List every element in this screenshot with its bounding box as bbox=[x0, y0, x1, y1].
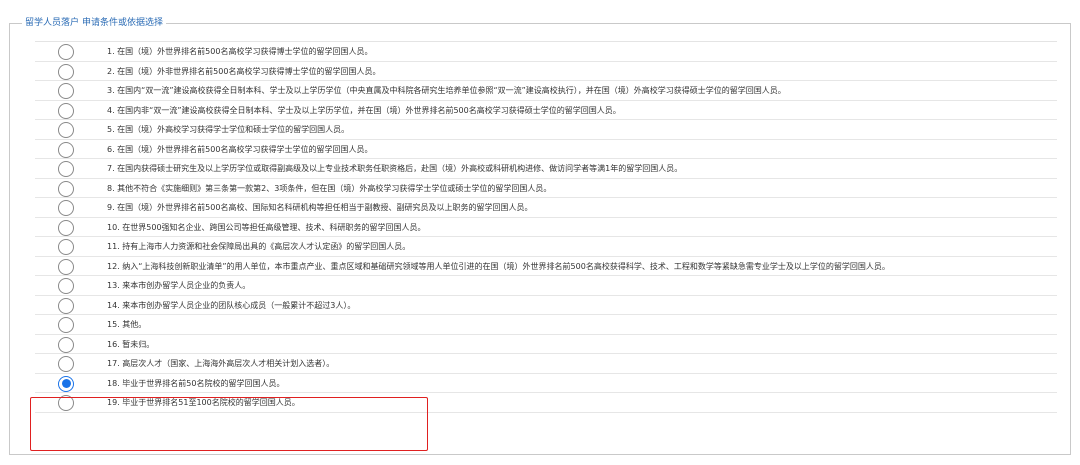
option-label[interactable]: 19. 毕业于世界排名51至100名院校的留学回国人员。 bbox=[107, 393, 300, 413]
option-row[interactable]: 7. 在国内获得硕士研究生及以上学历学位或取得副高级及以上专业技术职务任职资格后… bbox=[35, 159, 1057, 179]
option-row[interactable]: 8. 其他不符合《实施细则》第三条第一款第2、3项条件，但在国（境）外高校学习获… bbox=[35, 179, 1057, 199]
option-row[interactable]: 13. 来本市创办留学人员企业的负责人。 bbox=[35, 276, 1057, 296]
radio-button[interactable] bbox=[58, 141, 74, 158]
option-row[interactable]: 14. 来本市创办留学人员企业的团队核心成员（一般累计不超过3人）。 bbox=[35, 296, 1057, 316]
radio-button[interactable] bbox=[58, 278, 74, 294]
option-row[interactable]: 6. 在国（境）外世界排名前500名高校学习获得学士学位的留学回国人员。 bbox=[35, 140, 1057, 160]
radio-button[interactable] bbox=[58, 258, 74, 275]
radio-button[interactable] bbox=[58, 83, 74, 99]
option-label[interactable]: 7. 在国内获得硕士研究生及以上学历学位或取得副高级及以上专业技术职务任职资格后… bbox=[107, 159, 682, 179]
option-label[interactable]: 10. 在世界500强知名企业、跨国公司等担任高级管理、技术、科研职务的留学回国… bbox=[107, 218, 426, 238]
radio-button[interactable] bbox=[58, 44, 74, 60]
option-label[interactable]: 16. 暂未归。 bbox=[107, 335, 154, 355]
option-row[interactable]: 2. 在国（境）外非世界排名前500名高校学习获得博士学位的留学回国人员。 bbox=[35, 62, 1057, 82]
option-label[interactable]: 2. 在国（境）外非世界排名前500名高校学习获得博士学位的留学回国人员。 bbox=[107, 62, 380, 82]
radio-button[interactable] bbox=[58, 395, 74, 411]
option-row[interactable]: 15. 其他。 bbox=[35, 315, 1057, 335]
option-label[interactable]: 13. 来本市创办留学人员企业的负责人。 bbox=[107, 276, 250, 296]
option-label[interactable]: 4. 在国内非“双一流”建设高校获得全日制本科、学士及以上学历学位，并在国（境）… bbox=[107, 101, 621, 121]
option-label[interactable]: 5. 在国（境）外高校学习获得学士学位和硕士学位的留学回国人员。 bbox=[107, 120, 349, 140]
radio-button[interactable] bbox=[58, 297, 74, 314]
option-row[interactable]: 18. 毕业于世界排名前50名院校的留学回国人员。 bbox=[35, 374, 1057, 394]
option-row[interactable]: 12. 纳入“上海科技创新职业清单”的用人单位，本市重点产业、重点区域和基础研究… bbox=[35, 257, 1057, 277]
option-row[interactable]: 4. 在国内非“双一流”建设高校获得全日制本科、学士及以上学历学位，并在国（境）… bbox=[35, 101, 1057, 121]
option-label[interactable]: 9. 在国（境）外世界排名前500名高校、国际知名科研机构等担任相当于副教授、副… bbox=[107, 198, 532, 218]
option-label[interactable]: 14. 来本市创办留学人员企业的团队核心成员（一般累计不超过3人）。 bbox=[107, 296, 355, 316]
option-label[interactable]: 6. 在国（境）外世界排名前500名高校学习获得学士学位的留学回国人员。 bbox=[107, 140, 372, 160]
option-list: 1. 在国（境）外世界排名前500名高校学习获得博士学位的留学回国人员。 2. 在… bbox=[35, 41, 1057, 413]
option-label[interactable]: 17. 高层次人才（国家、上海海外高层次人才相关计划入选者）。 bbox=[107, 354, 334, 374]
option-label[interactable]: 18. 毕业于世界排名前50名院校的留学回国人员。 bbox=[107, 374, 284, 394]
option-label[interactable]: 1. 在国（境）外世界排名前500名高校学习获得博士学位的留学回国人员。 bbox=[107, 42, 372, 62]
option-row[interactable]: 5. 在国（境）外高校学习获得学士学位和硕士学位的留学回国人员。 bbox=[35, 120, 1057, 140]
radio-button[interactable] bbox=[58, 161, 74, 177]
radio-button[interactable] bbox=[58, 200, 74, 216]
option-row[interactable]: 19. 毕业于世界排名51至100名院校的留学回国人员。 bbox=[35, 393, 1057, 413]
option-row[interactable]: 1. 在国（境）外世界排名前500名高校学习获得博士学位的留学回国人员。 bbox=[35, 42, 1057, 62]
option-label[interactable]: 8. 其他不符合《实施细则》第三条第一款第2、3项条件，但在国（境）外高校学习获… bbox=[107, 179, 551, 199]
radio-button[interactable] bbox=[58, 317, 74, 333]
option-row[interactable]: 3. 在国内“双一流”建设高校获得全日制本科、学士及以上学历学位（中央直属及中科… bbox=[35, 81, 1057, 101]
option-row[interactable]: 17. 高层次人才（国家、上海海外高层次人才相关计划入选者）。 bbox=[35, 354, 1057, 374]
radio-button[interactable] bbox=[58, 356, 74, 372]
fieldset-legend: 留学人员落户 申请条件或依据选择 bbox=[22, 16, 167, 30]
legend-category: 留学人员落户 bbox=[25, 18, 80, 28]
radio-button[interactable] bbox=[58, 336, 74, 353]
option-label[interactable]: 12. 纳入“上海科技创新职业清单”的用人单位，本市重点产业、重点区域和基础研究… bbox=[107, 257, 890, 277]
radio-button[interactable] bbox=[58, 63, 74, 80]
option-label[interactable]: 11. 持有上海市人力资源和社会保障局出具的《高层次人才认定函》的留学回国人员。 bbox=[107, 237, 410, 257]
radio-button[interactable] bbox=[58, 180, 74, 197]
option-row[interactable]: 10. 在世界500强知名企业、跨国公司等担任高级管理、技术、科研职务的留学回国… bbox=[35, 218, 1057, 238]
radio-button[interactable] bbox=[58, 239, 74, 255]
option-row[interactable]: 9. 在国（境）外世界排名前500名高校、国际知名科研机构等担任相当于副教授、副… bbox=[35, 198, 1057, 218]
radio-button[interactable] bbox=[58, 102, 74, 119]
option-label[interactable]: 15. 其他。 bbox=[107, 315, 146, 335]
radio-button-selected[interactable] bbox=[58, 375, 74, 392]
option-label[interactable]: 3. 在国内“双一流”建设高校获得全日制本科、学士及以上学历学位（中央直属及中科… bbox=[107, 81, 786, 101]
option-row[interactable]: 16. 暂未归。 bbox=[35, 335, 1057, 355]
radio-button[interactable] bbox=[58, 122, 74, 138]
option-row[interactable]: 11. 持有上海市人力资源和社会保障局出具的《高层次人才认定函》的留学回国人员。 bbox=[35, 237, 1057, 257]
radio-button[interactable] bbox=[58, 219, 74, 236]
legend-title: 申请条件或依据选择 bbox=[82, 18, 164, 28]
